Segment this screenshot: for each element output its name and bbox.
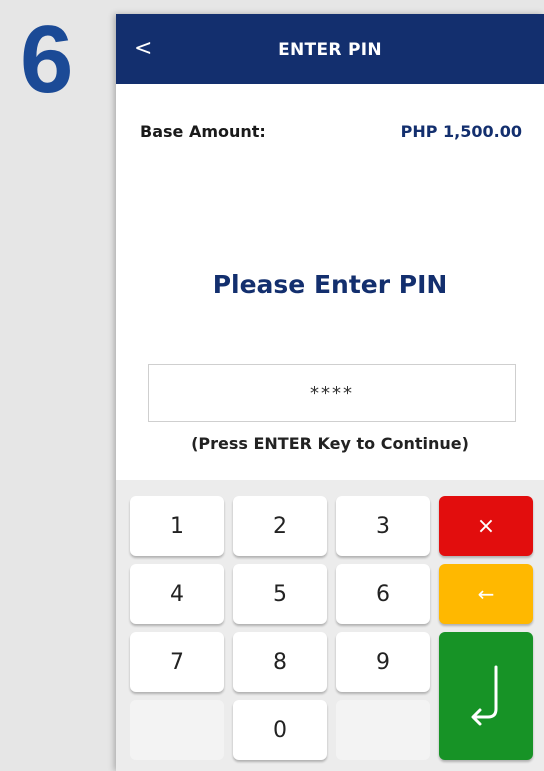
key-2[interactable]: 2 xyxy=(233,496,327,556)
continue-hint: (Press ENTER Key to Continue) xyxy=(191,434,469,453)
pin-prompt: Please Enter PIN xyxy=(212,270,448,299)
key-4[interactable]: 4 xyxy=(130,564,224,624)
base-amount-value: PHP 1,500.00 xyxy=(400,122,522,141)
backspace-button[interactable]: ← xyxy=(439,564,533,624)
blank-key-right xyxy=(336,700,430,760)
phone-screen: < ENTER PIN Base Amount: PHP 1,500.00 Pl… xyxy=(116,14,544,771)
step-number: 6 xyxy=(20,6,74,113)
top-bar: < ENTER PIN xyxy=(116,14,544,84)
key-0[interactable]: 0 xyxy=(233,700,327,760)
page-title: ENTER PIN xyxy=(278,40,382,60)
arrow-left-icon: ← xyxy=(477,582,495,606)
pin-input[interactable]: **** xyxy=(148,364,516,422)
key-3[interactable]: 3 xyxy=(336,496,430,556)
cancel-button[interactable]: × xyxy=(439,496,533,556)
close-icon: × xyxy=(476,513,496,539)
base-amount-label: Base Amount: xyxy=(140,122,266,141)
key-7[interactable]: 7 xyxy=(130,632,224,692)
enter-button[interactable] xyxy=(439,632,533,760)
blank-key-left xyxy=(130,700,224,760)
key-8[interactable]: 8 xyxy=(233,632,327,692)
key-1[interactable]: 1 xyxy=(130,496,224,556)
keypad: 1 2 3 × 4 5 6 ← 7 8 9 0 xyxy=(116,480,544,771)
key-6[interactable]: 6 xyxy=(336,564,430,624)
key-5[interactable]: 5 xyxy=(233,564,327,624)
enter-return-icon xyxy=(471,665,498,726)
key-9[interactable]: 9 xyxy=(336,632,430,692)
base-amount-row: Base Amount: PHP 1,500.00 xyxy=(140,122,522,141)
